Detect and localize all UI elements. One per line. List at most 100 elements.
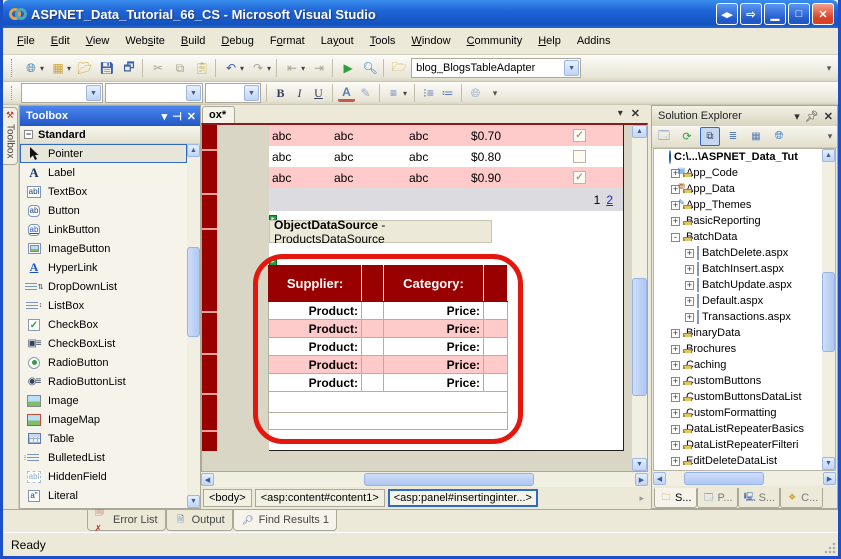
scroll-down-icon[interactable]: ▼ bbox=[822, 457, 835, 470]
toolbox-item-checkboxlist[interactable]: ▣≡ CheckBoxList bbox=[20, 334, 187, 353]
menu-item-website[interactable]: Website bbox=[117, 31, 173, 51]
insert-table-input-cell[interactable] bbox=[362, 302, 384, 320]
products-gridview[interactable]: abcabcabc$0.70✓abcabcabc$0.80abcabcabc$0… bbox=[269, 125, 623, 188]
pager-page-link[interactable]: 2 bbox=[606, 193, 613, 207]
chevron-down-icon[interactable]: ▼ bbox=[564, 60, 579, 76]
solution-tree-item-binarydata[interactable]: + BinaryData bbox=[654, 325, 822, 341]
solution-tree-item-custombuttonsdatalist[interactable]: + CustomButtonsDataList bbox=[654, 389, 822, 405]
underline-button[interactable]: U bbox=[310, 85, 327, 102]
toolbox-item-textbox[interactable]: abl TextBox bbox=[20, 182, 187, 201]
solution-tree-item-batchdata[interactable]: - BatchData bbox=[654, 229, 822, 245]
dock-tab-server-explorer[interactable]: 🖳︎ S... bbox=[738, 488, 781, 508]
solution-tree-item-basicreporting[interactable]: + BasicReporting bbox=[654, 213, 822, 229]
scroll-up-icon[interactable]: ▲ bbox=[632, 125, 647, 138]
checkbox-unchecked-icon[interactable] bbox=[573, 150, 586, 163]
solution-tree-item-app-themes[interactable]: + ✎ App_Themes bbox=[654, 197, 822, 213]
numbered-list-button[interactable]: ≔ bbox=[439, 85, 456, 102]
toolbox-item-dropdownlist[interactable]: ⇅ DropDownList bbox=[20, 277, 187, 296]
bullet-list-button[interactable]: ⁝≡ bbox=[420, 85, 437, 102]
refresh-icon[interactable]: ⟳ bbox=[677, 127, 697, 146]
toolbox-title-bar[interactable]: Toolbox ▾ ⊣ ✕ bbox=[20, 106, 200, 126]
window-switch-button[interactable]: ◂▸ bbox=[716, 3, 738, 25]
navigate-forward-icon[interactable]: ⇥ bbox=[309, 58, 336, 78]
cut-icon[interactable]: ✂ bbox=[148, 58, 168, 78]
menu-item-edit[interactable]: Edit bbox=[43, 31, 78, 51]
expand-icon[interactable]: + bbox=[685, 265, 694, 274]
maximize-button[interactable]: □ bbox=[788, 3, 810, 25]
dock-tab-properties-window[interactable]: 🗔︎ P... bbox=[697, 488, 738, 508]
solution-tree-horizontal-scrollbar[interactable]: ◀ ▶ bbox=[653, 471, 836, 486]
dock-tab-class-view[interactable]: ❖ C... bbox=[780, 488, 823, 508]
insert-table-input-cell[interactable] bbox=[362, 374, 384, 392]
menu-item-file[interactable]: File bbox=[9, 31, 43, 51]
chevron-down-icon[interactable]: ▾ bbox=[403, 89, 407, 98]
window-dock-button[interactable]: ⇨ bbox=[740, 3, 762, 25]
highlight-button[interactable]: ✎ bbox=[357, 85, 374, 102]
menu-item-debug[interactable]: Debug bbox=[213, 31, 261, 51]
toolbox-scrollbar[interactable]: ▲ ▼ bbox=[187, 144, 200, 508]
gridview-row[interactable]: abcabcabc$0.70✓ bbox=[269, 125, 623, 146]
toolbox-item-literal[interactable]: a" Literal bbox=[20, 486, 187, 505]
toolbox-item-linkbutton[interactable]: ab LinkButton bbox=[20, 220, 187, 239]
expand-icon[interactable]: + bbox=[671, 441, 680, 450]
font-size-combobox[interactable]: ▼ bbox=[205, 83, 261, 103]
solution-tree-scrollbar[interactable]: ▲ ▼ bbox=[822, 149, 835, 470]
expand-icon[interactable]: + bbox=[671, 329, 680, 338]
solution-tree-item-batchdelete-aspx[interactable]: + BatchDelete.aspx bbox=[654, 245, 822, 261]
solution-tree-item-transactions-aspx[interactable]: + Transactions.aspx bbox=[654, 309, 822, 325]
insert-table-input-cell[interactable] bbox=[362, 356, 384, 374]
navigate-back-icon[interactable]: ⇤▾ bbox=[282, 58, 307, 78]
scroll-left-icon[interactable]: ◀ bbox=[653, 472, 666, 485]
font-name-combobox[interactable]: ▼ bbox=[105, 83, 203, 103]
scroll-up-icon[interactable]: ▲ bbox=[187, 144, 200, 157]
menu-item-window[interactable]: Window bbox=[403, 31, 458, 51]
expand-icon[interactable]: + bbox=[671, 457, 680, 466]
menu-item-tools[interactable]: Tools bbox=[362, 31, 404, 51]
scroll-left-icon[interactable]: ◀ bbox=[201, 473, 214, 486]
design-horizontal-scrollbar[interactable]: ◀ ▶ bbox=[201, 472, 648, 487]
toolbox-item-imagemap[interactable]: ImageMap bbox=[20, 410, 187, 429]
toolbox-item-listbox[interactable]: ↕ ListBox bbox=[20, 296, 187, 315]
objectdatasource-control[interactable]: ObjectDataSource - ProductsDataSource bbox=[269, 220, 492, 243]
document-list-icon[interactable]: ▾ bbox=[618, 108, 623, 119]
solution-tree-item-batchinsert-aspx[interactable]: + BatchInsert.aspx bbox=[654, 261, 822, 277]
solution-tree-item-custombuttons[interactable]: + CustomButtons bbox=[654, 373, 822, 389]
undo-icon[interactable]: ↶▾ bbox=[221, 58, 246, 78]
gridview-row[interactable]: abcabcabc$0.90✓ bbox=[269, 167, 623, 188]
document-tab[interactable]: ox* bbox=[202, 106, 235, 123]
close-document-icon[interactable]: ✕ bbox=[631, 107, 640, 120]
bottom-panel-tab-error-list[interactable]: 🗐︎✗ Error List bbox=[87, 510, 166, 531]
bottom-panel-tab-output[interactable]: 🗎︎ Output bbox=[166, 510, 233, 531]
toolbox-item-hyperlink[interactable]: A HyperLink bbox=[20, 258, 187, 277]
toolbox-item-label[interactable]: A Label bbox=[20, 163, 187, 182]
expand-icon[interactable]: + bbox=[671, 217, 680, 226]
gridview-row[interactable]: abcabcabc$0.80 bbox=[269, 146, 623, 167]
toolbar-grip[interactable] bbox=[11, 59, 15, 77]
solution-tree-item-batchupdate-aspx[interactable]: + BatchUpdate.aspx bbox=[654, 277, 822, 293]
solution-tree-item-customformatting[interactable]: + CustomFormatting bbox=[654, 405, 822, 421]
view-code-icon[interactable]: ≣ bbox=[723, 127, 743, 146]
checkbox-checked-icon[interactable]: ✓ bbox=[573, 129, 586, 142]
close-icon[interactable]: ✕ bbox=[824, 110, 833, 123]
scroll-up-icon[interactable]: ▲ bbox=[822, 149, 835, 162]
solution-tree-item-editdeletedatalist[interactable]: + EditDeleteDataList bbox=[654, 453, 822, 469]
close-button[interactable]: ✕ bbox=[812, 3, 834, 25]
toolbox-group-standard[interactable]: − Standard bbox=[20, 126, 200, 144]
start-debug-icon[interactable]: ▶ bbox=[338, 58, 358, 78]
expand-icon[interactable]: + bbox=[671, 425, 680, 434]
toolbox-item-hiddenfield[interactable]: abl HiddenField bbox=[20, 467, 187, 486]
bold-button[interactable]: B bbox=[272, 85, 289, 102]
save-all-icon[interactable]: 🗗︎ bbox=[119, 58, 146, 78]
toolbox-item-imagebutton[interactable]: ImageButton bbox=[20, 239, 187, 258]
italic-button[interactable]: I bbox=[291, 85, 308, 102]
font-color-button[interactable]: A bbox=[338, 85, 355, 102]
solution-explorer-title-bar[interactable]: Solution Explorer ▾ 📌︎ ✕ bbox=[652, 106, 837, 126]
menu-item-community[interactable]: Community bbox=[459, 31, 531, 51]
expand-icon[interactable]: + bbox=[685, 249, 694, 258]
expand-icon[interactable]: + bbox=[685, 313, 694, 322]
insert-table-input-cell[interactable] bbox=[484, 320, 508, 338]
design-vertical-scrollbar[interactable]: ▲ ▼ bbox=[632, 125, 647, 471]
solution-tree-item-app-data[interactable]: + ⛃ App_Data bbox=[654, 181, 822, 197]
menu-item-layout[interactable]: Layout bbox=[313, 31, 362, 51]
properties-icon[interactable]: 🗔︎ bbox=[654, 127, 674, 146]
